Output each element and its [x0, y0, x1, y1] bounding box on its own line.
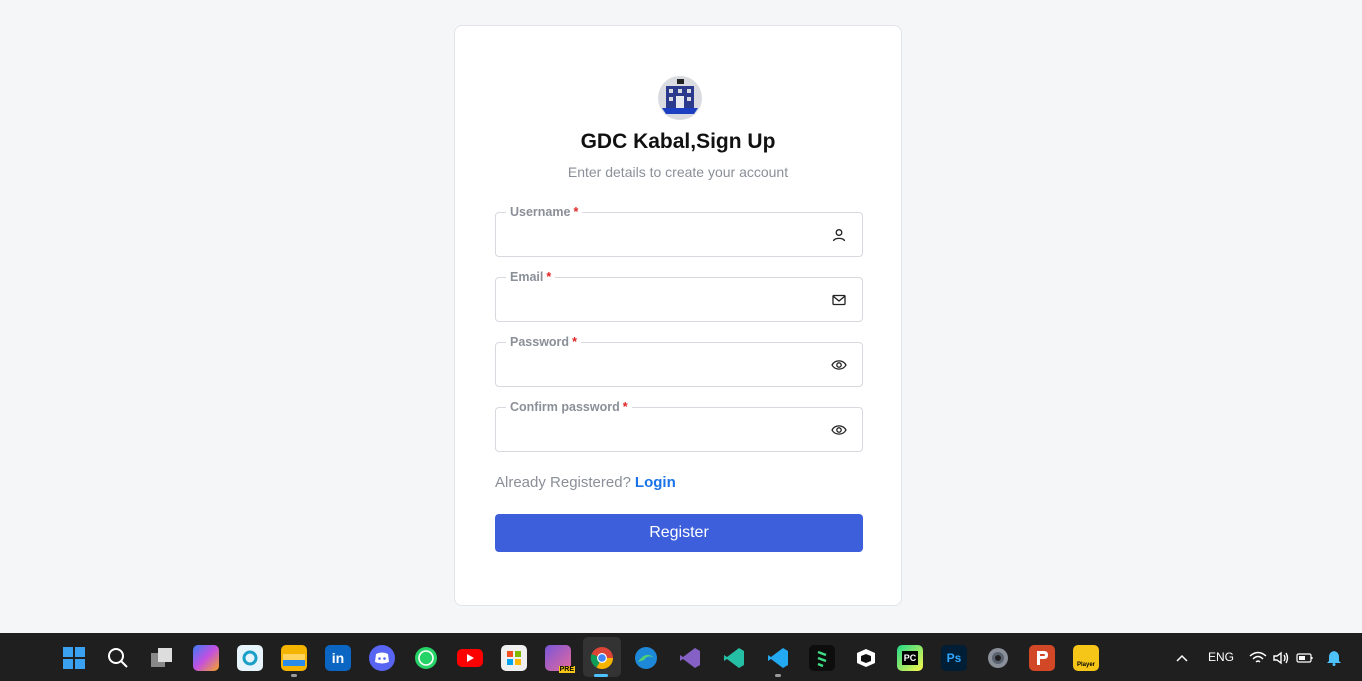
- youtube-icon[interactable]: [457, 645, 483, 671]
- chevron-up-icon[interactable]: [1169, 645, 1195, 671]
- email-label: Email *: [506, 269, 556, 285]
- volume-icon[interactable]: [1268, 645, 1294, 671]
- visual-studio-icon[interactable]: [677, 645, 703, 671]
- discord-icon[interactable]: [369, 645, 395, 671]
- windows-start-icon[interactable]: [61, 645, 87, 671]
- notification-bell-icon[interactable]: [1321, 645, 1347, 671]
- search-icon[interactable]: [105, 645, 131, 671]
- username-label: Username *: [506, 204, 583, 220]
- player-icon[interactable]: Player: [1073, 645, 1099, 671]
- running-indicator: [775, 674, 781, 677]
- app-icon[interactable]: [237, 645, 263, 671]
- vscode-insiders-icon[interactable]: [721, 645, 747, 671]
- copilot-icon[interactable]: [193, 645, 219, 671]
- register-button[interactable]: Register: [495, 514, 863, 552]
- terminal-app-icon[interactable]: [809, 645, 835, 671]
- linkedin-icon[interactable]: in: [325, 645, 351, 671]
- chrome-icon[interactable]: [589, 645, 615, 671]
- powerpoint-icon[interactable]: [1029, 645, 1055, 671]
- player-label: Player: [1076, 662, 1095, 668]
- user-icon: [830, 226, 848, 244]
- photoshop-icon[interactable]: Ps: [941, 645, 967, 671]
- language-indicator[interactable]: ENG: [1208, 650, 1234, 664]
- file-explorer-icon[interactable]: [281, 645, 307, 671]
- whatsapp-icon[interactable]: [413, 645, 439, 671]
- page-subtitle: Enter details to create your account: [567, 164, 789, 180]
- vscode-icon[interactable]: [765, 645, 791, 671]
- pycharm-icon[interactable]: PC: [897, 645, 923, 671]
- pycharm-label: PC: [901, 651, 919, 665]
- taskbar: in PRE PC Ps Player ENG: [0, 633, 1362, 681]
- required-mark: *: [572, 335, 577, 349]
- box-app-icon[interactable]: [853, 645, 879, 671]
- password-input[interactable]: [506, 351, 820, 381]
- battery-icon[interactable]: [1292, 645, 1318, 671]
- confirm-password-field[interactable]: Confirm password *: [495, 399, 863, 452]
- confirm-password-label: Confirm password *: [506, 399, 632, 415]
- active-indicator: [594, 674, 608, 677]
- home-pre-icon[interactable]: PRE: [545, 645, 575, 673]
- username-input[interactable]: [506, 221, 820, 251]
- password-field[interactable]: Password *: [495, 334, 863, 387]
- running-indicator: [291, 674, 297, 677]
- email-input[interactable]: [506, 286, 820, 316]
- confirm-password-input[interactable]: [506, 416, 820, 446]
- email-field[interactable]: Email *: [495, 269, 863, 322]
- pre-badge: PRE: [558, 666, 575, 673]
- page-title: GDC Kabal,Sign Up: [580, 130, 776, 153]
- required-mark: *: [546, 270, 552, 284]
- required-mark: *: [622, 400, 628, 414]
- mail-icon: [830, 291, 848, 309]
- required-mark: *: [573, 205, 579, 219]
- edge-icon[interactable]: [633, 645, 659, 671]
- signup-card: GDC Kabal,Sign Up Enter details to creat…: [454, 25, 902, 606]
- task-view-icon[interactable]: [149, 645, 175, 671]
- eye-icon[interactable]: [830, 356, 848, 374]
- college-logo: [658, 76, 702, 120]
- settings-icon[interactable]: [985, 645, 1011, 671]
- password-label: Password *: [506, 334, 581, 350]
- login-link[interactable]: Login: [635, 474, 676, 491]
- login-prompt: Already Registered? Login: [495, 474, 676, 491]
- eye-icon[interactable]: [830, 421, 848, 439]
- microsoft-store-icon[interactable]: [501, 645, 527, 671]
- username-field[interactable]: Username *: [495, 204, 863, 257]
